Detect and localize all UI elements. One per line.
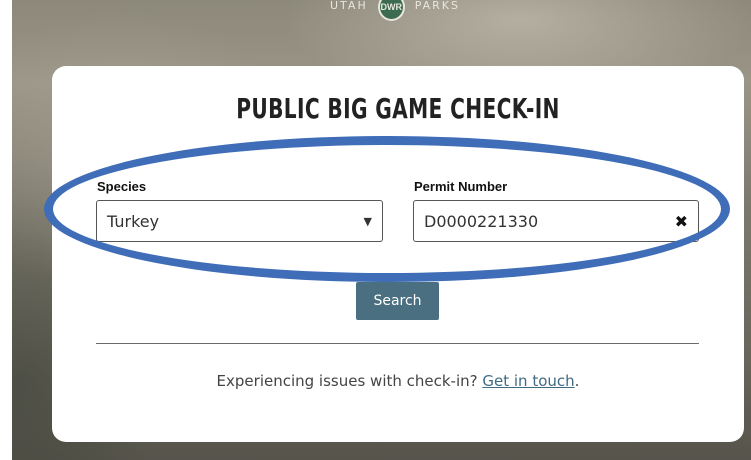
left-edge bbox=[0, 0, 12, 460]
permit-number-input[interactable]: D0000221330 ✖ bbox=[413, 200, 699, 242]
species-select[interactable]: Turkey ▼ bbox=[96, 200, 383, 242]
logo-text-left: UTAH bbox=[330, 0, 368, 12]
checkin-card: PUBLIC BIG GAME CHECK-IN Species Turkey … bbox=[52, 66, 744, 442]
logo-text-right: PARKS bbox=[414, 0, 460, 12]
clear-icon[interactable]: ✖ bbox=[675, 212, 688, 231]
permit-value: D0000221330 bbox=[424, 211, 539, 231]
site-logo[interactable]: UTAH DWR PARKS bbox=[330, 0, 460, 21]
permit-label: Permit Number bbox=[414, 179, 508, 194]
footer-suffix: . bbox=[574, 372, 580, 390]
footer-text: Experiencing issues with check-in? bbox=[216, 372, 478, 390]
page-title: PUBLIC BIG GAME CHECK-IN bbox=[236, 92, 560, 125]
divider bbox=[96, 343, 699, 344]
footer-help: Experiencing issues with check-in? Get i… bbox=[52, 372, 744, 390]
search-button[interactable]: Search bbox=[356, 282, 439, 320]
get-in-touch-link[interactable]: Get in touch bbox=[482, 372, 574, 390]
species-label: Species bbox=[97, 179, 147, 194]
species-value: Turkey bbox=[107, 211, 160, 231]
chevron-down-icon: ▼ bbox=[363, 214, 372, 228]
